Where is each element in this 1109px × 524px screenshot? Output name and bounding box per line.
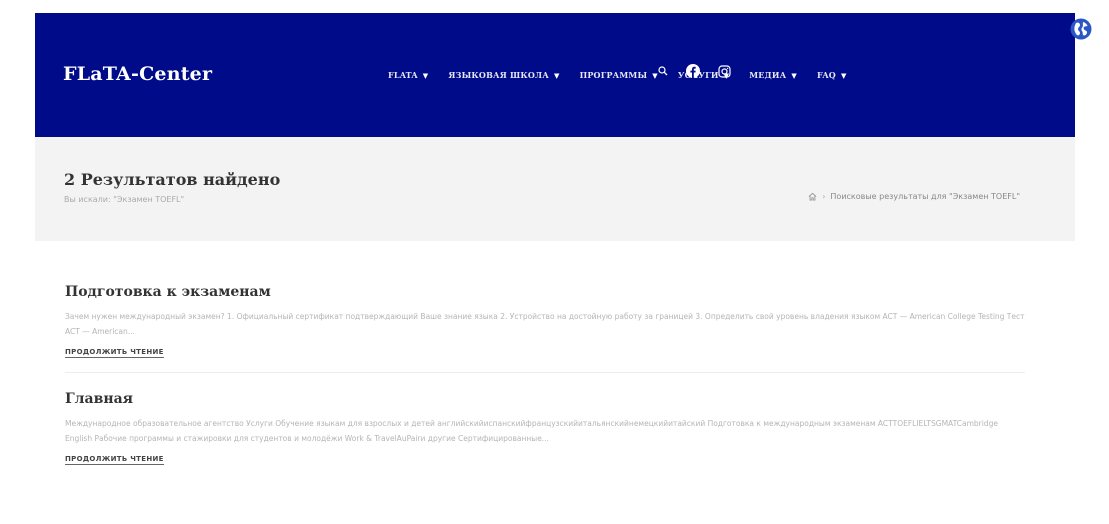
header-icons (658, 64, 749, 78)
result-title[interactable]: Подготовка к экзаменам (65, 284, 1025, 300)
breadcrumb-separator: › (822, 192, 826, 201)
search-result: Подготовка к экзаменам Зачем нужен между… (65, 284, 1025, 372)
nav-item-label: FLATA (388, 70, 418, 80)
search-query-subtitle: Вы искали: "Экзамен TOEFL" (64, 195, 185, 204)
nav-item-media[interactable]: МЕДИА ▼ (749, 70, 797, 80)
nav-item-language-school[interactable]: ЯЗЫКОВАЯ ШКОЛА ▼ (448, 70, 559, 80)
site-logo[interactable]: FLaTA-Center (63, 63, 212, 85)
home-icon[interactable] (808, 192, 817, 201)
facebook-icon[interactable] (686, 64, 700, 78)
chevron-down-icon: ▼ (553, 70, 560, 80)
nav-item-flata[interactable]: FLATA ▼ (388, 70, 428, 80)
nav-item-faq[interactable]: FAQ ▼ (817, 70, 847, 80)
read-more-link[interactable]: ПРОДОЛЖИТЬ ЧТЕНИЕ (65, 348, 164, 358)
read-more-link[interactable]: ПРОДОЛЖИТЬ ЧТЕНИЕ (65, 455, 164, 465)
page-title-band: 2 Результатов найдено Вы искали: "Экзаме… (35, 137, 1075, 241)
nav-item-label: ЯЗЫКОВАЯ ШКОЛА (448, 70, 549, 80)
chevron-down-icon: ▼ (791, 70, 797, 80)
site-header: FLaTA-Center FLATA ▼ ЯЗЫКОВАЯ ШКОЛА ▼ ПР… (35, 13, 1075, 137)
search-results: Подготовка к экзаменам Зачем нужен между… (65, 284, 1025, 479)
page-title: 2 Результатов найдено (64, 170, 281, 189)
result-title[interactable]: Главная (65, 391, 1025, 407)
nav-item-label: МЕДИА (749, 70, 787, 80)
chevron-down-icon: ▼ (422, 70, 429, 80)
search-icon[interactable] (658, 66, 668, 76)
nav-item-programs[interactable]: ПРОГРАММЫ ▼ (580, 70, 658, 80)
result-excerpt: Зачем нужен международный экзамен? 1. Оф… (65, 312, 1025, 336)
nav-item-label: ПРОГРАММЫ (579, 70, 648, 80)
instagram-icon[interactable] (718, 64, 731, 78)
breadcrumb-current: Поисковые результаты для "Экзамен TOEFL" (830, 192, 1020, 201)
main-nav: FLATA ▼ ЯЗЫКОВАЯ ШКОЛА ▼ ПРОГРАММЫ ▼ УСЛ… (388, 70, 867, 80)
chevron-down-icon: ▼ (840, 70, 847, 80)
nav-item-label: FAQ (816, 70, 836, 80)
globe-icon[interactable] (1070, 18, 1092, 40)
search-result: Главная Международное образовательное аг… (65, 372, 1025, 479)
breadcrumb: › Поисковые результаты для "Экзамен TOEF… (808, 192, 1020, 201)
result-excerpt: Международное образовательное агентство … (65, 419, 998, 443)
